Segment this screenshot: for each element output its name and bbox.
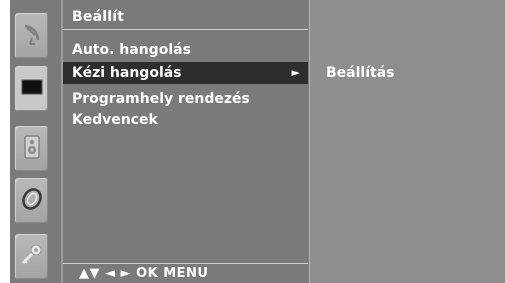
menu-item-program-edit[interactable]: Programhely rendezés [63,88,308,110]
menu-item-manual-tuning[interactable]: Kézi hangolás ► [63,62,308,84]
key-option-icon [20,243,44,271]
submenu-arrow-icon: ► [291,66,300,79]
navigation-hint: ▲▼ ◄ ► OK MENU [79,266,209,281]
screen-picture-icon [21,78,43,100]
footer-divider [63,263,308,264]
category-picture[interactable] [15,66,48,111]
menu-title: Beállít [72,9,125,25]
satellite-dish-icon [21,22,43,50]
category-option[interactable] [15,234,48,279]
clock-time-icon [20,187,44,215]
submenu-panel: Beállítás [309,0,505,283]
menu-item-auto-tuning[interactable]: Auto. hangolás [63,39,308,61]
menu-item-label: Kedvencek [72,112,158,128]
title-divider [63,29,308,30]
submenu-item-settings[interactable]: Beállítás [326,65,394,81]
main-menu-panel: Beállít Auto. hangolás Kézi hangolás ► P… [61,0,308,283]
category-icon-column [10,0,51,283]
menu-item-favourites[interactable]: Kedvencek [63,109,308,131]
tv-osd-menu: Beállít Auto. hangolás Kézi hangolás ► P… [10,0,505,283]
category-time[interactable] [15,178,48,223]
menu-item-label: Auto. hangolás [72,42,191,58]
speaker-audio-icon [23,134,40,163]
menu-item-label: Programhely rendezés [72,91,250,107]
category-station[interactable] [15,13,48,58]
category-audio[interactable] [15,126,48,171]
menu-item-label: Kézi hangolás [72,65,182,81]
